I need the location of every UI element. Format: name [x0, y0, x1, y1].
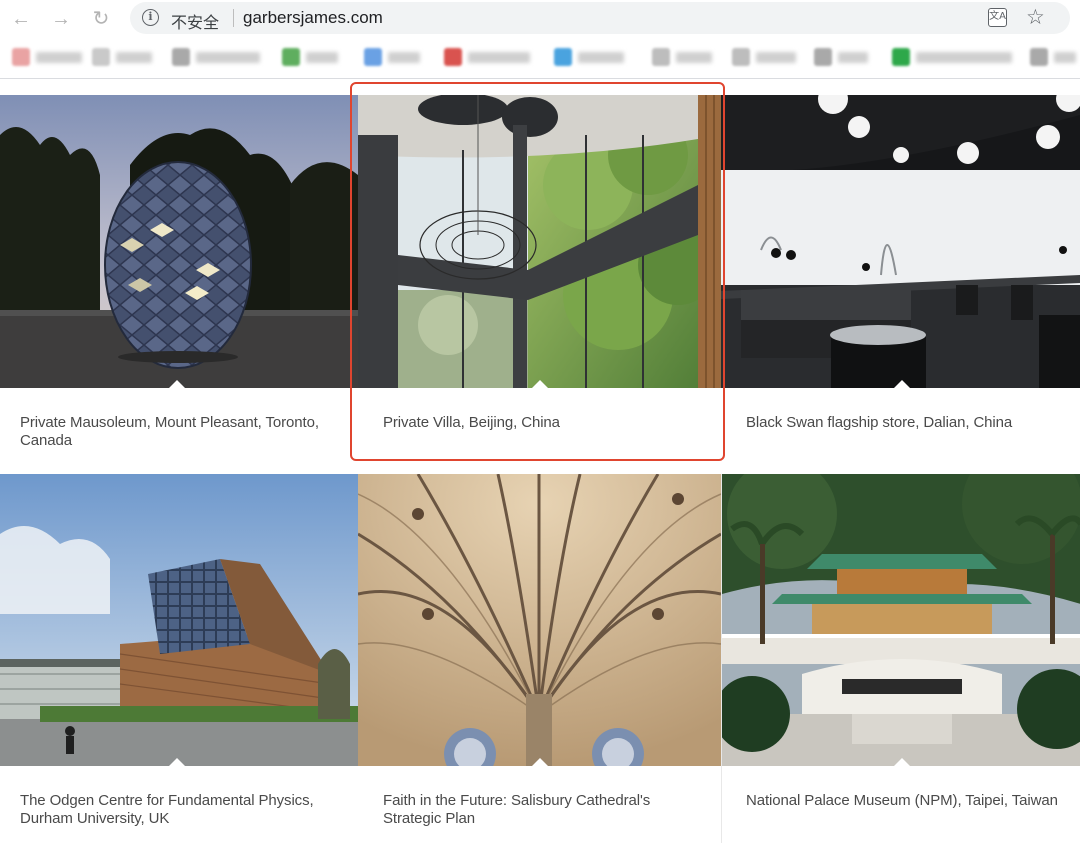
bookmark-favicon-icon — [12, 48, 30, 66]
caption-pointer-icon — [532, 380, 548, 388]
project-card-villa[interactable]: Private Villa, Beijing, China — [358, 95, 721, 472]
caption-pointer-icon — [169, 758, 185, 766]
bookmark-favicon-icon — [92, 48, 110, 66]
bookmark-favicon-icon — [364, 48, 382, 66]
project-card-black-swan[interactable]: Black Swan flagship store, Dalian, China — [721, 95, 1080, 472]
bookmark-favicon-icon — [172, 48, 190, 66]
bookmark-favicon-icon — [892, 48, 910, 66]
project-caption[interactable]: Private Villa, Beijing, China — [383, 414, 703, 432]
address-bar[interactable]: i 不安全 garbersjames.com 文A ☆ — [130, 2, 1070, 34]
bookmark-label — [306, 52, 338, 63]
arrow-right-icon[interactable]: → — [48, 6, 74, 32]
bookmark-label — [1054, 52, 1076, 63]
project-image[interactable] — [358, 95, 721, 388]
bookmark-label — [916, 52, 1012, 63]
reload-icon[interactable]: ↻ — [88, 6, 114, 32]
browser-toolbar: ← → ↻ i 不安全 garbersjames.com 文A ☆ — [0, 0, 1080, 37]
bookmark-label — [578, 52, 624, 63]
project-image[interactable] — [721, 95, 1080, 388]
star-icon[interactable]: ☆ — [1026, 5, 1045, 29]
project-caption[interactable]: Faith in the Future: Salisbury Cathedral… — [383, 792, 703, 828]
bookmark-favicon-icon — [814, 48, 832, 66]
security-status[interactable]: 不安全 — [171, 9, 219, 33]
bookmark-favicon-icon — [732, 48, 750, 66]
caption-pointer-icon — [169, 380, 185, 388]
project-caption[interactable]: Private Mausoleum, Mount Pleasant, Toron… — [20, 414, 340, 450]
arrow-left-icon[interactable]: ← — [8, 6, 34, 32]
url-text[interactable]: garbersjames.com — [243, 8, 383, 28]
bookmark-label — [36, 52, 82, 63]
caption-pointer-icon — [894, 380, 910, 388]
project-image[interactable] — [0, 95, 358, 388]
project-caption[interactable]: The Odgen Centre for Fundamental Physics… — [20, 792, 340, 828]
bookmark-favicon-icon — [1030, 48, 1048, 66]
project-card-palace-museum[interactable]: National Palace Museum (NPM), Taipei, Ta… — [721, 474, 1080, 843]
bookmark-favicon-icon — [554, 48, 572, 66]
bookmarks-bar — [0, 38, 1080, 75]
caption-pointer-icon — [894, 758, 910, 766]
caption-pointer-icon — [532, 758, 548, 766]
bookmark-favicon-icon — [444, 48, 462, 66]
bookmark-label — [676, 52, 712, 63]
bookmark-label — [116, 52, 152, 63]
bookmark-favicon-icon — [282, 48, 300, 66]
info-icon[interactable]: i — [142, 9, 159, 26]
bookmark-label — [838, 52, 868, 63]
bookmark-favicon-icon — [652, 48, 670, 66]
bookmark-label — [468, 52, 530, 63]
project-card-mausoleum[interactable]: Private Mausoleum, Mount Pleasant, Toron… — [0, 95, 358, 472]
project-caption[interactable]: National Palace Museum (NPM), Taipei, Ta… — [746, 792, 1062, 810]
project-image[interactable] — [0, 474, 358, 766]
bookmark-label — [196, 52, 260, 63]
bookmark-label — [756, 52, 796, 63]
project-caption[interactable]: Black Swan flagship store, Dalian, China — [746, 414, 1062, 432]
project-card-ogden-centre[interactable]: The Odgen Centre for Fundamental Physics… — [0, 474, 358, 843]
project-gallery: Private Mausoleum, Mount Pleasant, Toron… — [0, 79, 1080, 843]
project-image[interactable] — [358, 474, 721, 766]
omnibox-divider — [233, 9, 234, 27]
bookmark-label — [388, 52, 420, 63]
project-card-salisbury[interactable]: Faith in the Future: Salisbury Cathedral… — [358, 474, 721, 843]
project-image[interactable] — [722, 474, 1080, 766]
translate-icon[interactable]: 文A — [988, 8, 1007, 27]
